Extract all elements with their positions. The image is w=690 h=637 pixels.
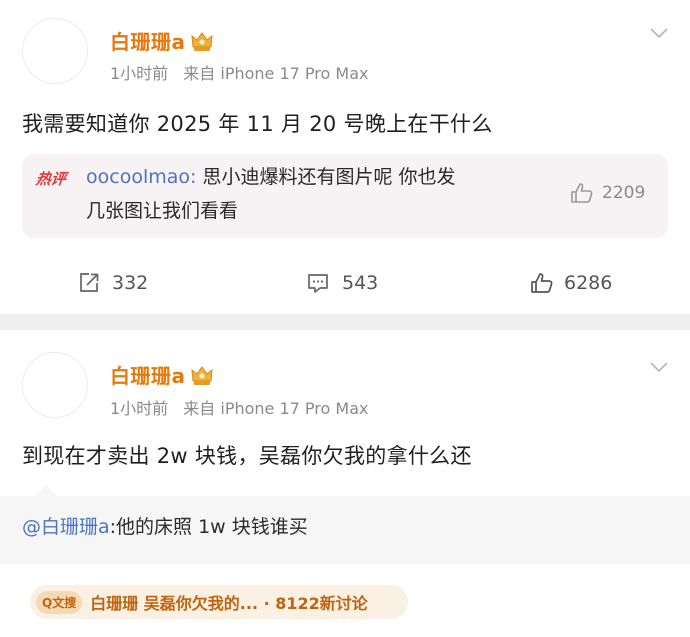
thumbs-up-icon [530, 272, 554, 294]
repost-pointer [34, 484, 58, 497]
username[interactable]: 白珊珊a [110, 360, 186, 389]
repost-body: :他的床照 1w 块钱谁买 [109, 516, 308, 538]
post-meta: 1小时前 来自 iPhone 17 Pro Max [110, 395, 368, 419]
like-count: 6286 [564, 272, 613, 294]
username[interactable]: 白珊珊a [110, 26, 186, 55]
like-action[interactable]: 6286 [530, 272, 612, 294]
comment-count: 543 [342, 272, 379, 294]
repost-action[interactable]: 332 [78, 272, 148, 294]
post-device: iPhone 17 Pro Max [220, 399, 369, 418]
avatar[interactable] [22, 18, 88, 84]
avatar[interactable] [22, 352, 88, 418]
post-content: 我需要知道你 2025 年 11 月 20 号晚上在干什么 [22, 112, 493, 136]
comment-action[interactable]: 543 [306, 272, 378, 294]
topic-text: 白珊珊 吴磊你欠我的... · 8122新讨论 [90, 594, 368, 613]
post-meta: 1小时前 来自 iPhone 17 Pro Max [110, 60, 368, 84]
post-time: 1小时前 [110, 64, 169, 83]
topic-badge-label: Q文搜 [42, 595, 77, 610]
crown-badge-icon [190, 30, 214, 52]
repost-text: @白珊珊a:他的床照 1w 块钱谁买 [22, 512, 308, 539]
hot-comment-line1: 思小迪爆料还有图片呢 你也发 [196, 166, 456, 188]
post-divider [0, 314, 690, 330]
repost-mention[interactable]: @白珊珊a [22, 516, 110, 538]
post-source-label: 来自 [183, 399, 216, 418]
hot-comment-user[interactable]: oocoolmao: [86, 166, 196, 188]
thumbs-up-icon [570, 182, 594, 204]
hot-comment-box[interactable]: 热评 oocoolmao: 思小迪爆料还有图片呢 你也发 几张图让我们看看 22… [22, 154, 668, 238]
repost-count: 332 [112, 272, 149, 294]
repost-icon [78, 272, 100, 294]
post-device: iPhone 17 Pro Max [220, 64, 369, 83]
topic-pill[interactable]: Q文搜 白珊珊 吴磊你欠我的... · 8122新讨论 [30, 585, 408, 619]
post-content: 到现在才卖出 2w 块钱，吴磊你欠我的拿什么还 [22, 444, 472, 468]
user-row: 白珊珊a [110, 26, 214, 55]
hot-comment-like[interactable]: 2209 [570, 182, 645, 204]
chevron-down-icon[interactable] [650, 28, 668, 38]
hot-comment-text: oocoolmao: 思小迪爆料还有图片呢 你也发 几张图让我们看看 [86, 160, 546, 228]
post-time: 1小时前 [110, 399, 169, 418]
repost-box[interactable]: @白珊珊a:他的床照 1w 块钱谁买 [0, 496, 690, 564]
user-row: 白珊珊a [110, 360, 214, 389]
topic-search-badge: Q文搜 [36, 590, 83, 614]
hot-comment-line2: 几张图让我们看看 [86, 200, 239, 222]
chevron-down-icon[interactable] [650, 362, 668, 372]
hot-comment-badge: 热评 [34, 170, 68, 188]
comment-icon [306, 272, 330, 294]
post-source-label: 来自 [183, 64, 216, 83]
crown-badge-icon [190, 364, 214, 386]
hot-comment-like-count: 2209 [602, 183, 646, 203]
